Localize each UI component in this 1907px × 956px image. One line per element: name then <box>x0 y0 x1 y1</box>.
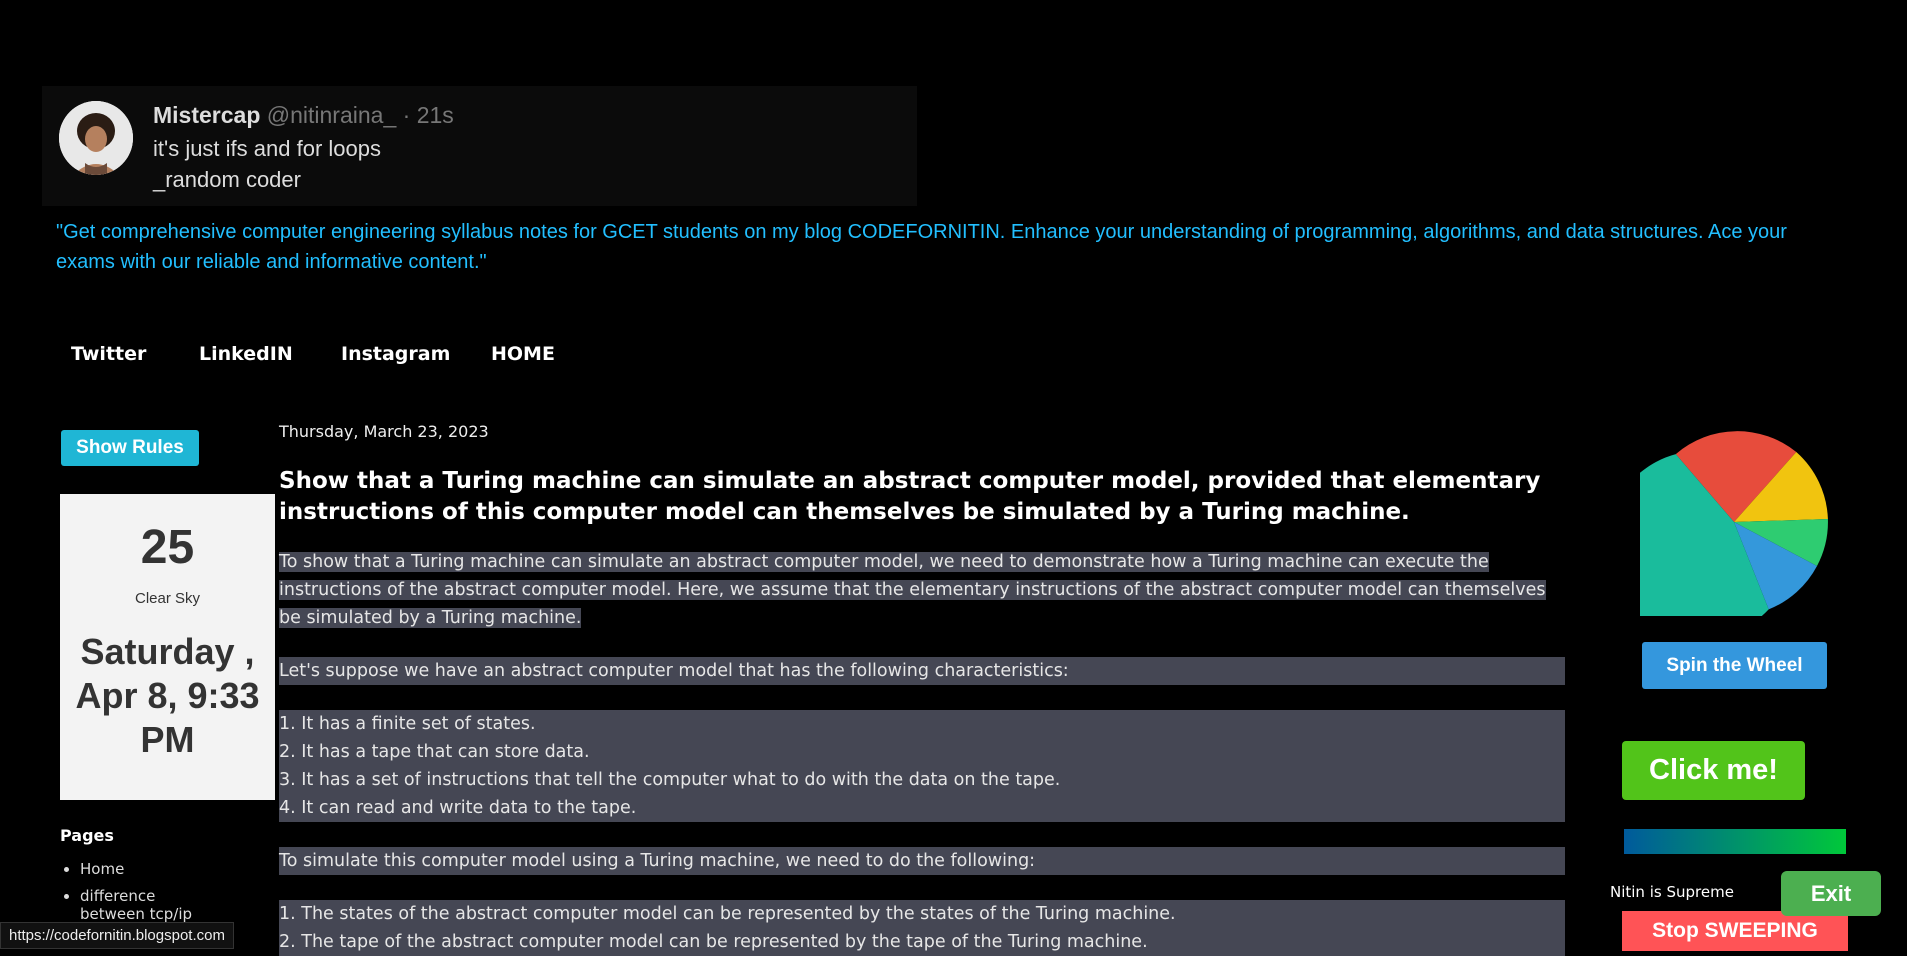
post-paragraph: To simulate this computer model using a … <box>279 847 1565 875</box>
post-title[interactable]: Show that a Turing machine can simulate … <box>279 466 1579 528</box>
list-item: 3. It has a set of instructions that tel… <box>279 770 1061 790</box>
list-item: 2. It has a tape that can store data. <box>279 742 590 762</box>
nav-link-linkedin[interactable]: LinkedIN <box>199 343 293 365</box>
nav-link-home[interactable]: HOME <box>491 343 555 365</box>
spin-wheel[interactable] <box>1640 428 1828 616</box>
tweet-handle[interactable]: @nitinraina_ <box>267 102 396 128</box>
nav-link-instagram[interactable]: Instagram <box>341 343 450 365</box>
list-item: 2. The tape of the abstract computer mod… <box>279 932 1148 952</box>
tweet-header: Mistercap @nitinraina_ · 21s <box>153 102 454 129</box>
tweet-text-line-1: it's just ifs and for loops <box>153 136 381 161</box>
tweet-card: Mistercap @nitinraina_ · 21s it's just i… <box>42 86 917 206</box>
supreme-text: Nitin is Supreme <box>1610 883 1734 901</box>
tweet-author-name[interactable]: Mistercap <box>153 102 260 128</box>
simulation-steps-list: 1. The states of the abstract computer m… <box>279 900 1565 956</box>
exit-button[interactable]: Exit <box>1781 871 1881 916</box>
post-intro: To show that a Turing machine can simula… <box>279 552 1546 628</box>
gradient-bar <box>1624 829 1846 854</box>
spin-wheel-button[interactable]: Spin the Wheel <box>1642 642 1827 689</box>
show-rules-button[interactable]: Show Rules <box>61 430 199 466</box>
weather-condition: Clear Sky <box>134 590 201 607</box>
avatar-image <box>59 101 133 175</box>
weather-temperature: 25 <box>140 521 195 574</box>
avatar[interactable] <box>59 101 133 175</box>
post-body: To show that a Turing machine can simula… <box>279 548 1565 956</box>
post-paragraph: Let's suppose we have an abstract comput… <box>279 657 1565 685</box>
list-item: 1. The states of the abstract computer m… <box>279 904 1176 924</box>
click-me-button[interactable]: Click me! <box>1622 741 1805 800</box>
blog-tagline: "Get comprehensive computer engineering … <box>56 221 1787 273</box>
list-item: 4. It can read and write data to the tap… <box>279 798 637 818</box>
nav-link-twitter[interactable]: Twitter <box>71 343 146 365</box>
tweet-time: · 21s <box>402 102 454 128</box>
page-link-tcp-ip[interactable]: difference between tcp/ip <box>80 887 210 923</box>
weather-datetime: Saturday , Apr 8, 9:33 PM <box>75 631 260 760</box>
page-link-home[interactable]: Home <box>80 860 210 878</box>
tweet-text-line-2: _random coder <box>153 167 301 192</box>
list-item: 1. It has a finite set of states. <box>279 714 536 734</box>
characteristics-list: 1. It has a finite set of states. 2. It … <box>279 710 1565 822</box>
stop-sweeping-button[interactable]: Stop SWEEPING <box>1622 911 1848 951</box>
post-date: Thursday, March 23, 2023 <box>279 422 489 441</box>
status-bar-url: https://codefornitin.blogspot.com <box>0 922 234 949</box>
pages-heading: Pages <box>60 826 114 845</box>
weather-widget: 25 Clear Sky Saturday , Apr 8, 9:33 PM <box>60 494 275 800</box>
